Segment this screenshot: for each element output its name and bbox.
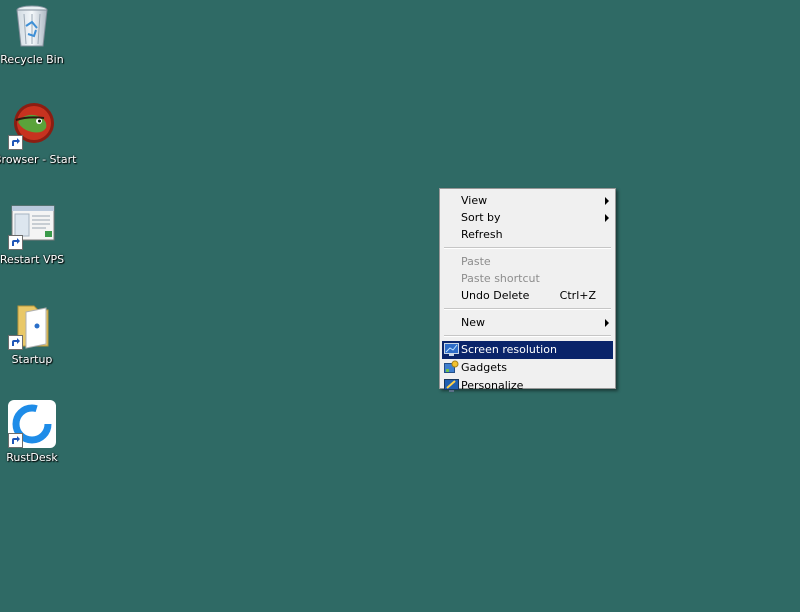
menu-separator (444, 247, 611, 249)
desktop-icon-label: RustDesk (6, 451, 58, 464)
menu-item-label: Gadgets (461, 361, 508, 374)
folder-icon (8, 302, 56, 350)
desktop-icon-startup[interactable]: Startup (0, 302, 70, 366)
desktop-icon-restart-vps[interactable]: Restart VPS (0, 202, 70, 266)
monitor-icon (444, 343, 459, 356)
desktop-icon-label: Recycle Bin (0, 53, 64, 66)
personalize-icon (444, 379, 459, 392)
menu-item-label: Sort by (461, 211, 501, 224)
menu-item-label: New (461, 316, 485, 329)
menu-item-paste[interactable]: Paste (442, 253, 613, 270)
menu-item-new[interactable]: New (442, 314, 613, 331)
menu-item-label: Paste shortcut (461, 272, 540, 285)
menu-item-refresh[interactable]: Refresh (442, 226, 613, 243)
desktop-icon-rustdesk[interactable]: RustDesk (0, 400, 70, 464)
menu-item-shortcut-key: Ctrl+Z (559, 289, 596, 302)
desktop-icon-label: Restart VPS (0, 253, 65, 266)
rustdesk-icon (8, 400, 56, 448)
menu-item-screen-resolution[interactable]: Screen resolution (442, 341, 613, 359)
submenu-arrow-icon (605, 214, 609, 222)
shortcut-arrow-icon (8, 135, 23, 150)
menu-item-view[interactable]: View (442, 192, 613, 209)
menu-separator (444, 308, 611, 310)
desktop-icon-label: Startup (11, 353, 53, 366)
submenu-arrow-icon (605, 197, 609, 205)
shortcut-arrow-icon (8, 335, 23, 350)
submenu-arrow-icon (605, 319, 609, 327)
menu-item-label: Undo Delete (461, 289, 530, 302)
menu-item-paste-shortcut[interactable]: Paste shortcut (442, 270, 613, 287)
gadgets-icon (444, 360, 459, 373)
menu-item-label: View (461, 194, 488, 207)
menu-item-label: Personalize (461, 379, 524, 392)
menu-item-label: Paste (461, 255, 491, 268)
restart-vps-icon (8, 202, 56, 250)
desktop-icon-label: Browser - Start (0, 153, 77, 166)
menu-item-sort-by[interactable]: Sort by (442, 209, 613, 226)
menu-item-label: Screen resolution (461, 343, 557, 356)
desktop-context-menu: View Sort by Refresh Paste Paste shortcu… (439, 188, 616, 392)
recycle-bin-icon (8, 2, 56, 50)
menu-separator (444, 335, 611, 337)
menu-item-undo-delete[interactable]: Undo Delete Ctrl+Z (442, 287, 613, 304)
menu-item-gadgets[interactable]: Gadgets (442, 359, 613, 377)
menu-item-label: Refresh (461, 228, 503, 241)
desktop-icon-browser-start[interactable]: Browser - Start (0, 102, 77, 166)
menu-item-personalize[interactable]: Personalize (442, 377, 613, 395)
shortcut-arrow-icon (8, 433, 23, 448)
desktop[interactable]: Recycle Bin Browser - Start Restart VPS … (0, 0, 800, 612)
browser-icon (8, 102, 56, 150)
shortcut-arrow-icon (8, 235, 23, 250)
desktop-icon-recycle-bin[interactable]: Recycle Bin (0, 2, 70, 66)
